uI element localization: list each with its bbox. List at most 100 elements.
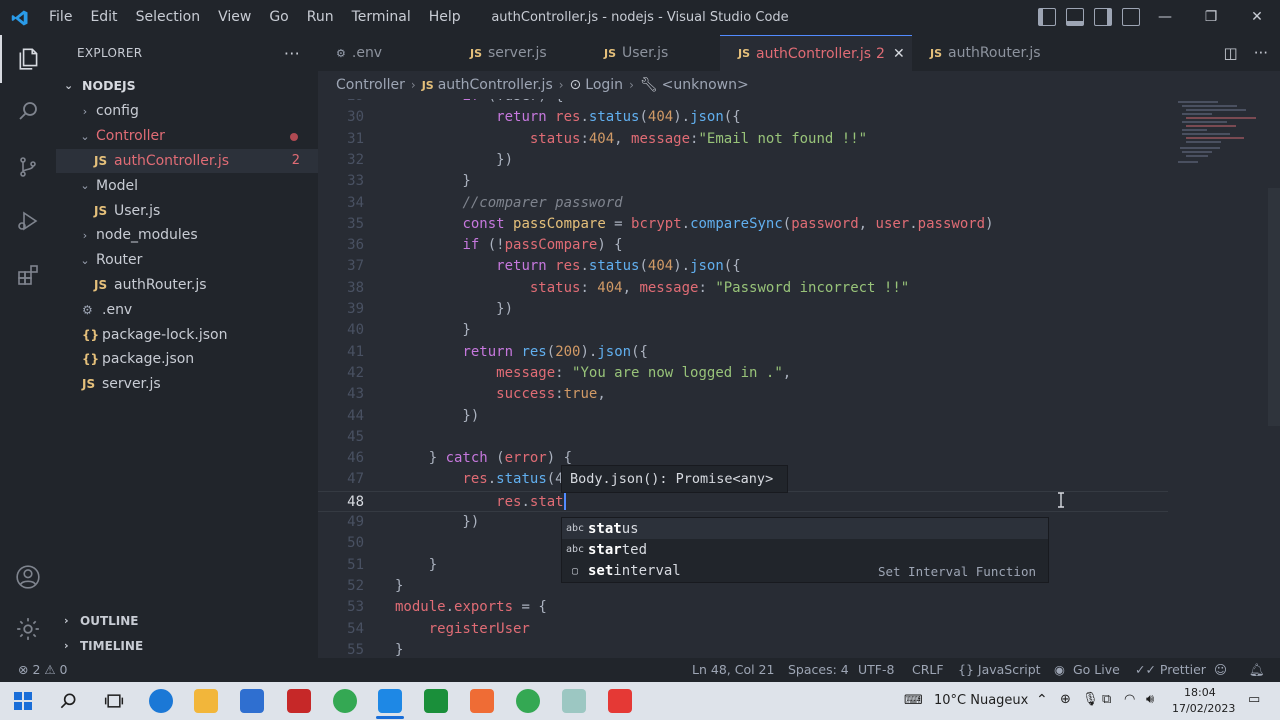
- taskbar-vscode-icon[interactable]: [378, 689, 402, 713]
- extensions-icon[interactable]: [0, 251, 56, 299]
- toggle-primary-sidebar-icon[interactable]: [1038, 8, 1056, 26]
- wifi-icon[interactable]: ◠: [1124, 692, 1135, 707]
- keyboard-icon[interactable]: ⌨: [904, 693, 923, 708]
- vertical-scrollbar[interactable]: [1268, 188, 1280, 426]
- tab-user-js[interactable]: JS User.js: [586, 35, 720, 71]
- tree-item-controller[interactable]: ⌄ Controller: [56, 124, 318, 149]
- source-control-icon[interactable]: [0, 143, 56, 191]
- files-icon[interactable]: [0, 35, 56, 83]
- run-debug-icon[interactable]: [0, 197, 56, 245]
- project-root[interactable]: ⌄ NODEJS: [56, 71, 318, 99]
- windows-start-icon[interactable]: [14, 692, 32, 710]
- outline-section[interactable]: › OUTLINE: [56, 608, 318, 633]
- menu-selection[interactable]: Selection: [127, 0, 210, 35]
- search-icon[interactable]: [0, 87, 56, 135]
- code-line[interactable]: 40 }: [318, 320, 1168, 341]
- task-view-icon[interactable]: [104, 691, 124, 715]
- code-line[interactable]: 55}: [318, 640, 1168, 658]
- code-line[interactable]: 48 res.stat: [318, 490, 1168, 512]
- code-line[interactable]: 34 //comparer password: [318, 193, 1168, 214]
- menu-run[interactable]: Run: [298, 0, 343, 35]
- menu-terminal[interactable]: Terminal: [343, 0, 420, 35]
- suggestion-item[interactable]: abc stat us: [562, 518, 1048, 540]
- taskbar-notes-icon[interactable]: [562, 689, 586, 713]
- code-line[interactable]: 42 message: "You are now logged in .",: [318, 363, 1168, 384]
- more-actions-button[interactable]: ···: [284, 44, 300, 63]
- tray-chevron-icon[interactable]: ⌃: [1036, 692, 1048, 708]
- menu-file[interactable]: File: [40, 0, 81, 35]
- toggle-secondary-sidebar-icon[interactable]: [1094, 8, 1112, 26]
- tree-item-config[interactable]: › config: [56, 99, 318, 124]
- taskbar-recorder-icon[interactable]: [287, 689, 311, 713]
- tree-item-authcontroller-js[interactable]: JS authController.js 2: [56, 148, 318, 174]
- eol-status[interactable]: CRLF: [912, 658, 944, 682]
- tree-item-package-json[interactable]: {} package.json: [56, 347, 318, 372]
- weather-status[interactable]: 10°C Nuageux: [934, 693, 1028, 708]
- taskbar-chrome-icon[interactable]: [333, 689, 357, 713]
- toggle-panel-icon[interactable]: [1066, 8, 1084, 26]
- prettier-status[interactable]: ✓✓ Prettier: [1135, 658, 1206, 682]
- volume-icon[interactable]: 🔊︎: [1146, 692, 1154, 707]
- network-icon[interactable]: ⧉: [1102, 692, 1111, 707]
- taskbar-mongodb-icon[interactable]: [424, 689, 448, 713]
- account-icon[interactable]: [0, 553, 56, 601]
- tree-item-user-js[interactable]: JS User.js: [56, 198, 318, 223]
- code-line[interactable]: 30 return res.status(404).json({: [318, 107, 1168, 128]
- taskbar-mail-icon[interactable]: [240, 689, 264, 713]
- notification-center-icon[interactable]: ▭: [1248, 692, 1260, 707]
- split-editor-icon[interactable]: ◫: [1224, 44, 1238, 62]
- suggestion-item[interactable]: abc star ted: [562, 539, 1048, 560]
- tree-item-router[interactable]: ⌄ Router: [56, 248, 318, 273]
- cursor-position[interactable]: Ln 48, Col 21: [692, 658, 774, 682]
- go-live-button[interactable]: Go Live: [1073, 658, 1120, 682]
- breadcrumb-unknown[interactable]: <unknown>: [662, 77, 749, 93]
- taskbar-chrome2-icon[interactable]: [516, 689, 540, 713]
- tree-item-package-lock-json[interactable]: {} package-lock.json: [56, 322, 318, 347]
- menu-edit[interactable]: Edit: [81, 0, 126, 35]
- close-tab-icon[interactable]: ✕: [893, 46, 905, 62]
- code-line[interactable]: 53 module.exports = {: [318, 597, 1168, 618]
- close-window-button[interactable]: ✕: [1234, 0, 1280, 35]
- settings-gear-icon[interactable]: [0, 605, 56, 653]
- tray-app-icon[interactable]: ⊕: [1060, 692, 1071, 707]
- encoding-status[interactable]: UTF-8: [858, 658, 894, 682]
- breadcrumb-file[interactable]: authController.js: [438, 77, 553, 93]
- code-line[interactable]: 38 status: 404, message: "Password incor…: [318, 278, 1168, 299]
- more-editor-actions-icon[interactable]: ···: [1254, 44, 1268, 62]
- code-line[interactable]: 29 if (!user) {: [318, 99, 1168, 107]
- code-line[interactable]: 36 if (!passCompare) {: [318, 235, 1168, 256]
- feedback-icon[interactable]: ☺: [1214, 658, 1227, 682]
- breadcrumb-symbol[interactable]: Login: [585, 77, 623, 93]
- restore-button[interactable]: ❐: [1188, 0, 1234, 35]
- menu-help[interactable]: Help: [420, 0, 470, 35]
- code-line[interactable]: 45: [318, 427, 1168, 448]
- code-line[interactable]: 39 }): [318, 299, 1168, 320]
- clock-time[interactable]: 18:04: [1184, 686, 1216, 699]
- code-line[interactable]: 41 return res(200).json({: [318, 342, 1168, 363]
- tab-authrouter-js[interactable]: JS authRouter.js: [912, 35, 1046, 71]
- taskbar-search-icon[interactable]: [58, 691, 78, 715]
- notifications-bell-icon[interactable]: 🔔︎: [1249, 658, 1265, 682]
- tree-item-model[interactable]: ⌄ Model: [56, 173, 318, 198]
- tree-item-server-js[interactable]: JS server.js: [56, 372, 318, 397]
- problems-status[interactable]: ⊗ 2 ⚠ 0: [18, 658, 68, 682]
- code-line[interactable]: 43 success:true,: [318, 384, 1168, 405]
- code-line[interactable]: 35 const passCompare = bcrypt.compareSyn…: [318, 214, 1168, 235]
- microphone-icon[interactable]: 🎙︎: [1082, 692, 1099, 707]
- taskbar-presenter-icon[interactable]: [608, 689, 632, 713]
- code-line[interactable]: 54 registerUser: [318, 619, 1168, 640]
- customize-layout-icon[interactable]: [1122, 8, 1140, 26]
- indentation-status[interactable]: Spaces: 4: [788, 658, 849, 682]
- menu-go[interactable]: Go: [260, 0, 297, 35]
- tab-server-js[interactable]: JS server.js: [452, 35, 586, 71]
- taskbar-explorer-icon[interactable]: [194, 689, 218, 713]
- code-line[interactable]: 44 }): [318, 406, 1168, 427]
- tree-item-env[interactable]: ⚙ .env: [56, 297, 318, 322]
- suggestion-item[interactable]: ▢ set interval Set Interval Function: [562, 561, 1048, 582]
- tree-item-authrouter-js[interactable]: JS authRouter.js: [56, 273, 318, 298]
- code-line[interactable]: 33 }: [318, 171, 1168, 192]
- code-line[interactable]: 32 }): [318, 150, 1168, 171]
- taskbar-edge-icon[interactable]: [149, 689, 173, 713]
- clock-date[interactable]: 17/02/2023: [1172, 702, 1235, 715]
- language-mode[interactable]: {} JavaScript: [958, 658, 1041, 682]
